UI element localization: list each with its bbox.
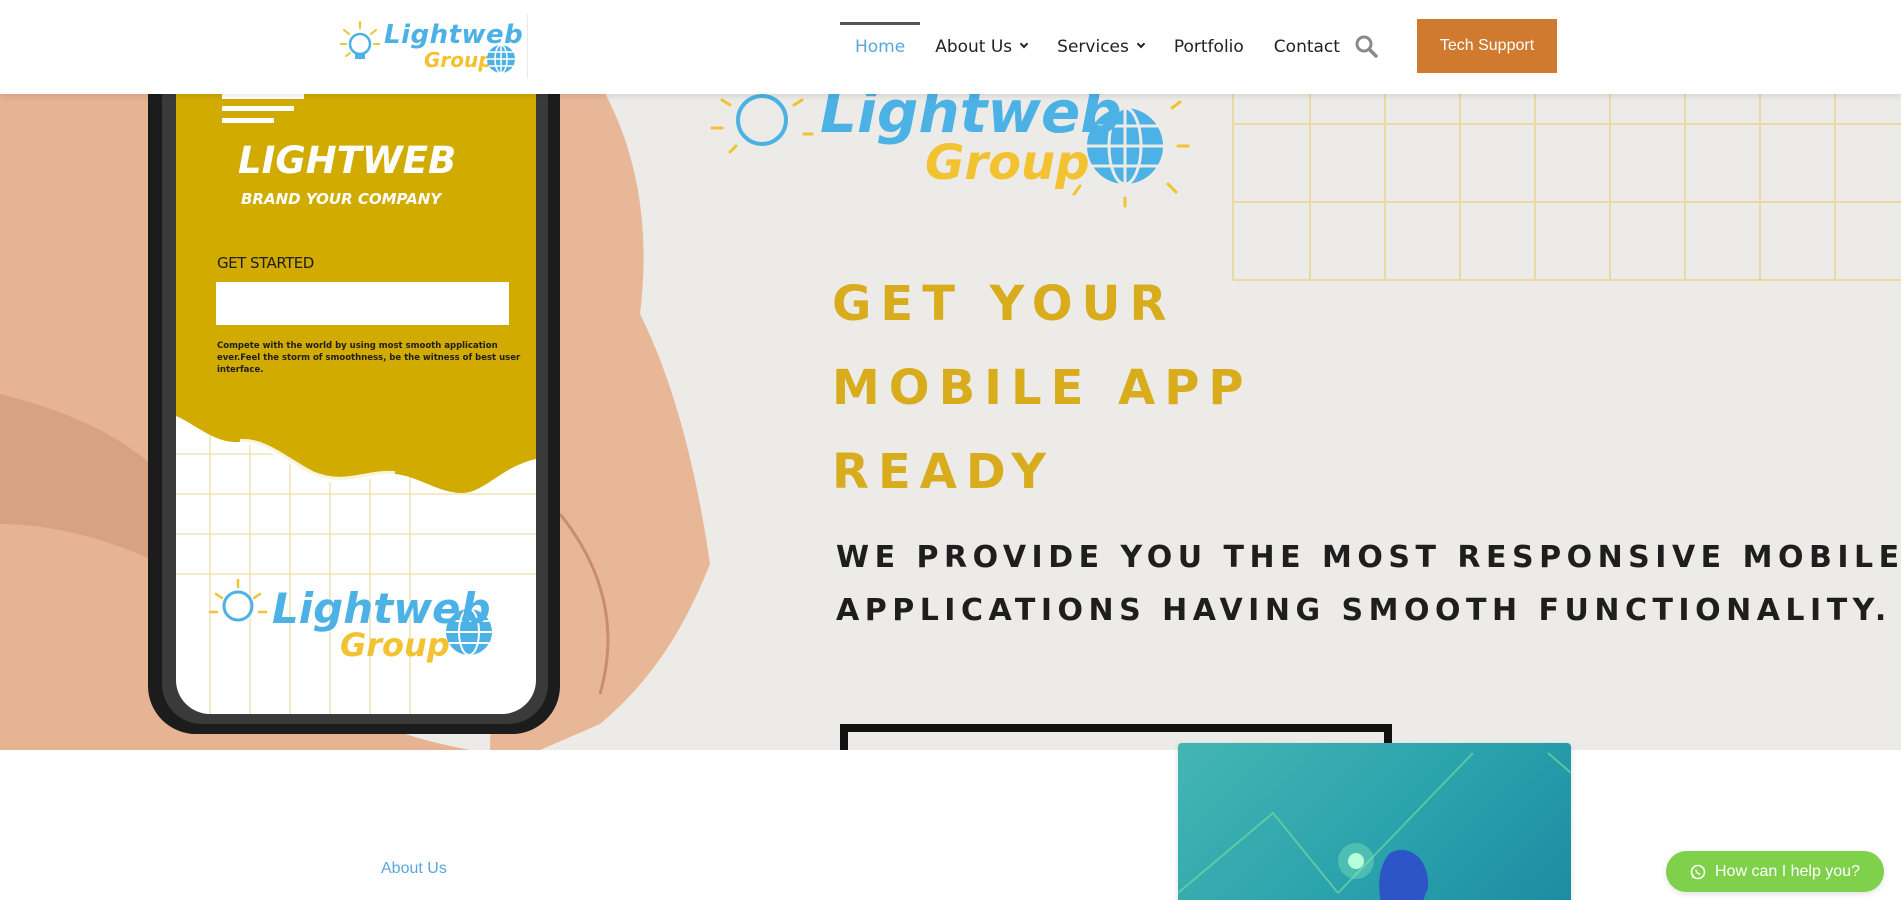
chevron-down-icon [1136, 39, 1146, 49]
nav-about-us[interactable]: About Us [920, 0, 1042, 94]
nav-services[interactable]: Services [1042, 0, 1159, 94]
main-nav: Home About Us Services Portfolio Contact [840, 0, 1355, 94]
nav-home[interactable]: Home [840, 0, 921, 94]
nav-home-label: Home [855, 37, 906, 57]
phone-logo-word-group: Group [340, 626, 450, 664]
site-logo[interactable]: Lightweb Group [340, 14, 528, 78]
hero-banner: Lightweb Group LIGHTWEB BRAND YOUR COMPA… [0, 94, 1901, 750]
phone-get-started: GET STARTED [217, 254, 314, 272]
phone-tagline: BRAND YOUR COMPANY [241, 190, 442, 208]
lightbulb-icon [340, 21, 380, 59]
phone-input-field [216, 282, 509, 325]
nav-services-label: Services [1057, 37, 1129, 57]
tech-support-button[interactable]: Tech Support [1417, 19, 1557, 73]
chat-help-label: How can I help you? [1715, 862, 1860, 880]
phone-body-text: Compete with the world by using most smo… [217, 341, 521, 375]
hero-headline-line-1: GET YOUR [832, 276, 1176, 332]
hero-headline-line-3: READY [832, 444, 1056, 500]
nav-portfolio[interactable]: Portfolio [1159, 0, 1259, 94]
feature-image-card [1178, 743, 1571, 900]
hero-headline-line-2: MOBILE APP [832, 360, 1253, 416]
nav-contact-label: Contact [1273, 37, 1340, 57]
nav-about-us-label: About Us [935, 37, 1013, 57]
hero-subline-line-1: WE PROVIDE YOU THE MOST RESPONSIVE MOBIL… [836, 540, 1901, 575]
page: Lightweb Group Home About Us Services Po… [0, 0, 1901, 900]
tech-illustration [1178, 752, 1571, 900]
phone-brand-text: LIGHTWEB [238, 139, 457, 182]
site-header: Lightweb Group Home About Us Services Po… [0, 0, 1901, 94]
about-us-section-label: About Us [381, 860, 447, 877]
chat-help-button[interactable]: How can I help you? [1666, 851, 1884, 892]
whatsapp-icon [1690, 864, 1706, 879]
hero-subline-line-2: APPLICATIONS HAVING SMOOTH FUNCTIONALITY… [836, 593, 1892, 628]
globe-icon [487, 44, 515, 74]
nav-contact[interactable]: Contact [1259, 0, 1355, 94]
chevron-down-icon [1019, 39, 1029, 49]
hero-logo-word-group: Group [925, 135, 1090, 191]
logo-word-group: Group [424, 48, 493, 72]
hero-logo: Lightweb Group [700, 94, 1200, 208]
nav-portfolio-label: Portfolio [1173, 37, 1244, 57]
search-icon[interactable] [1354, 34, 1378, 58]
